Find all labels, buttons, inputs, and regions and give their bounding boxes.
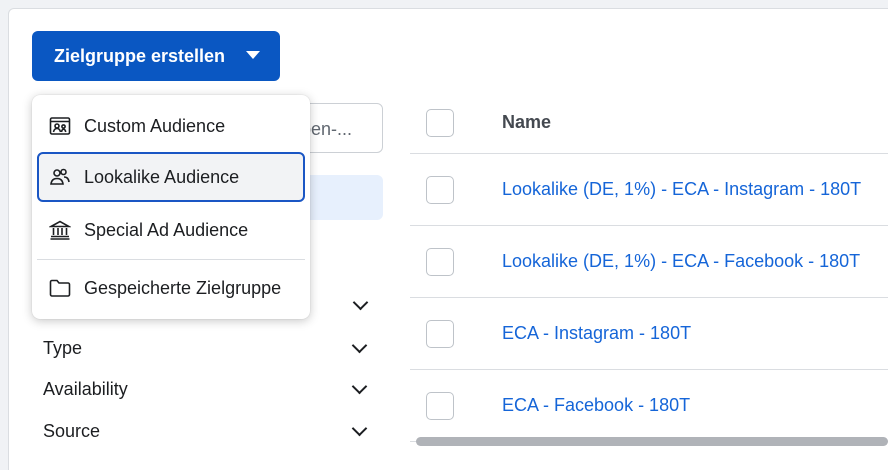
chevron-down-icon (351, 337, 368, 353)
filter-availability-label: Availability (43, 378, 128, 399)
table-row: Lookalike (DE, 1%) - ECA - Instagram - 1… (410, 154, 888, 226)
custom-audience-icon (48, 114, 72, 138)
menu-item-lookalike-audience[interactable]: Lookalike Audience (37, 152, 305, 202)
filter-type[interactable]: Type (43, 331, 373, 365)
audience-name-link[interactable]: ECA - Instagram - 180T (502, 323, 691, 344)
audience-name-link[interactable]: ECA - Facebook - 180T (502, 395, 690, 416)
create-audience-button[interactable]: Zielgruppe erstellen (32, 31, 280, 81)
create-audience-dropdown: Custom Audience Lookalike Audience Speci… (32, 95, 310, 319)
chevron-down-icon (351, 378, 368, 394)
row-checkbox[interactable] (426, 175, 454, 204)
lookalike-audience-icon (48, 165, 72, 189)
folder-icon (48, 276, 72, 300)
filter-availability[interactable]: Availability (43, 372, 373, 406)
row-checkbox[interactable] (426, 247, 454, 276)
table-row: ECA - Facebook - 180T (410, 370, 888, 442)
select-all-checkbox[interactable] (426, 108, 454, 137)
filter-type-label: Type (43, 337, 83, 358)
caret-down-icon (246, 51, 260, 59)
menu-item-saved-audience[interactable]: Gespeicherte Zielgruppe (37, 263, 305, 313)
table-row: Lookalike (DE, 1%) - ECA - Facebook - 18… (410, 226, 888, 298)
menu-item-custom-audience[interactable]: Custom Audience (37, 101, 305, 151)
menu-item-special-ad-audience[interactable]: Special Ad Audience (37, 205, 305, 255)
menu-item-label: Lookalike Audience (84, 166, 240, 187)
menu-divider (37, 259, 305, 260)
filter-source-label: Source (43, 420, 101, 441)
table-row: ECA - Instagram - 180T (410, 298, 888, 370)
menu-item-label: Gespeicherte Zielgruppe (84, 277, 282, 298)
audience-table: Name Lookalike (DE, 1%) - ECA - Instagra… (410, 92, 888, 442)
row-checkbox[interactable] (426, 391, 454, 420)
audience-name-link[interactable]: Lookalike (DE, 1%) - ECA - Instagram - 1… (502, 179, 861, 200)
horizontal-scrollbar[interactable] (416, 437, 888, 446)
chevron-down-icon (351, 420, 368, 436)
special-ad-audience-icon (48, 218, 72, 242)
table-header: Name (410, 92, 888, 154)
audience-name-link[interactable]: Lookalike (DE, 1%) - ECA - Facebook - 18… (502, 251, 860, 272)
create-audience-button-label: Zielgruppe erstellen (54, 45, 226, 66)
menu-item-label: Custom Audience (84, 115, 226, 136)
column-header-name[interactable]: Name (502, 112, 551, 133)
menu-item-label: Special Ad Audience (84, 219, 249, 240)
filter-source[interactable]: Source (43, 414, 373, 448)
row-checkbox[interactable] (426, 319, 454, 348)
